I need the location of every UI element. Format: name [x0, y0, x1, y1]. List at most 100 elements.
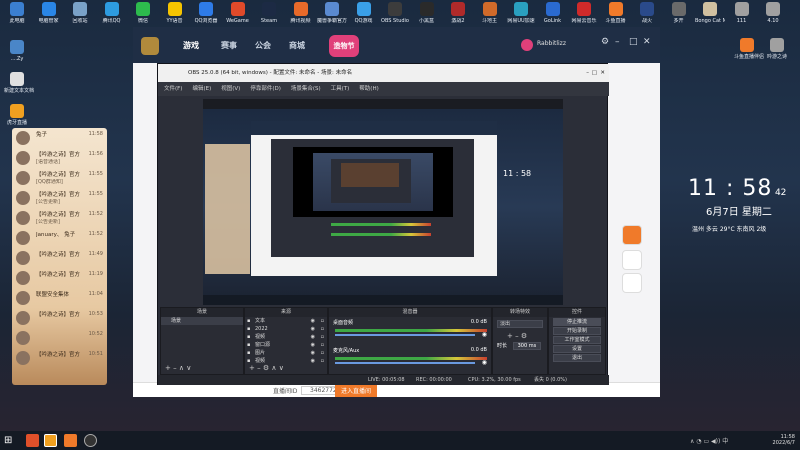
menu-item[interactable]: 文件(F)	[164, 86, 182, 92]
stop-streaming-button[interactable]: 停止推流	[553, 318, 601, 326]
desktop-icon[interactable]: 微信	[128, 2, 158, 30]
lock-icon[interactable]: ▫	[321, 317, 324, 325]
source-item[interactable]: ▪ 文本 ◉ ▫	[245, 317, 327, 325]
desktop-icon[interactable]: QQ浏览器	[191, 2, 221, 30]
maximize-icon[interactable]: □	[629, 37, 638, 47]
list-item[interactable]: 10:52	[12, 328, 107, 348]
remove-icon[interactable]: –	[257, 364, 261, 372]
desktop-icon[interactable]: 4.10	[758, 2, 788, 30]
list-item[interactable]: January、 兔子 11:52	[12, 228, 107, 248]
maximize-icon[interactable]: □	[592, 64, 597, 82]
transition-select[interactable]: 淡出	[497, 320, 543, 328]
desktop-icon[interactable]: 111	[727, 2, 757, 30]
desktop-icon[interactable]: 多开	[664, 2, 694, 30]
desktop-icon[interactable]: 回收站	[65, 2, 95, 30]
desktop-icon[interactable]: QQ游戏	[349, 2, 379, 30]
lock-icon[interactable]: ▫	[321, 333, 324, 341]
desktop-icon[interactable]: ....Zy	[4, 40, 30, 62]
obs-preview[interactable]: 11 : 58	[203, 99, 563, 305]
add-icon[interactable]: +	[165, 364, 171, 372]
desktop-icon[interactable]: 电脑管家	[34, 2, 64, 30]
avatar[interactable]	[521, 39, 533, 51]
nav-shop[interactable]: 商城	[289, 40, 305, 51]
source-item[interactable]: ▪ 视频 ◉ ▫	[245, 333, 327, 341]
desktop-icon[interactable]: GoLink	[538, 2, 568, 30]
desktop-icon[interactable]: OBS Studio	[380, 2, 410, 30]
add-icon[interactable]: +	[507, 332, 513, 340]
desktop-icon[interactable]: 腾讯视频	[286, 2, 316, 30]
list-item[interactable]: 【吟游之诗】官方 11:49	[12, 248, 107, 268]
visibility-icon[interactable]: ◉	[311, 317, 315, 325]
lock-icon[interactable]: ▫	[321, 349, 324, 357]
nav-events[interactable]: 赛事	[221, 40, 237, 51]
menu-item[interactable]: 场景集合(S)	[291, 86, 321, 92]
home-icon[interactable]	[622, 250, 642, 270]
desktop-icon[interactable]: 激战2	[443, 2, 473, 30]
volume-slider[interactable]	[335, 334, 475, 336]
down-icon[interactable]: ∨	[279, 364, 284, 372]
remove-icon[interactable]: –	[173, 364, 177, 372]
desktop-icon[interactable]: 斗鱼直播伴侣	[734, 38, 764, 60]
add-icon[interactable]: +	[249, 364, 255, 372]
list-item[interactable]: 【吟游之诗】官方 10:51	[12, 348, 107, 368]
desktop-icon[interactable]: 小黑盒	[412, 2, 442, 30]
close-icon[interactable]: ✕	[600, 64, 605, 82]
desktop-icon[interactable]: 腾讯QQ	[97, 2, 127, 30]
obs-taskbar-icon[interactable]	[84, 434, 97, 447]
desktop-icon[interactable]: 斗地主	[475, 2, 505, 30]
nav-guild[interactable]: 公会	[255, 40, 271, 51]
menu-item[interactable]: 停靠部件(D)	[250, 86, 281, 92]
desktop-icon[interactable]: 新建文本文档	[4, 72, 34, 94]
menu-item[interactable]: 编辑(E)	[192, 86, 211, 92]
list-item[interactable]: 【吟游之诗】官方 [QQ群通知] 11:55	[12, 168, 107, 188]
source-item[interactable]: ▪ 窗口源 ◉ ▫	[245, 341, 327, 349]
windows-start-icon[interactable]: ⊞	[4, 434, 17, 447]
start-recording-button[interactable]: 开始录制	[553, 327, 601, 335]
list-item[interactable]: 【吟游之诗】官方 [公告更新] 11:52	[12, 208, 107, 228]
visibility-icon[interactable]: ◉	[311, 349, 315, 357]
desktop-icon[interactable]: 斗鱼直播	[601, 2, 631, 30]
visibility-icon[interactable]: ◉	[311, 341, 315, 349]
app-taskbar-icon[interactable]	[44, 434, 57, 447]
nav-games[interactable]: 游戏	[183, 40, 199, 51]
desktop-icon[interactable]: 此电脑	[2, 2, 32, 30]
minimize-icon[interactable]: –	[615, 37, 620, 47]
close-icon[interactable]: ✕	[643, 37, 651, 47]
menu-item[interactable]: 工具(T)	[331, 86, 350, 92]
lock-icon[interactable]: ▫	[321, 325, 324, 333]
visibility-icon[interactable]: ◉	[311, 357, 315, 365]
lock-icon[interactable]: ▫	[321, 357, 324, 365]
desktop-icon[interactable]: 战火	[632, 2, 662, 30]
remove-icon[interactable]: –	[515, 332, 519, 340]
play-icon[interactable]	[622, 225, 642, 245]
source-item[interactable]: ▪ 图片 ◉ ▫	[245, 349, 327, 357]
enter-room-button[interactable]: 进入直播间	[335, 384, 378, 397]
desktop-icon[interactable]: 网易云音乐	[569, 2, 599, 30]
studio-mode-button[interactable]: 工作室模式	[553, 336, 601, 344]
desktop-icon[interactable]: Steam	[254, 2, 284, 30]
visibility-icon[interactable]: ◉	[311, 333, 315, 341]
scene-item[interactable]: 场景	[161, 317, 243, 325]
list-item[interactable]: 联盟安全集体 11:04	[12, 288, 107, 308]
list-item[interactable]: 【吟游之诗】官方 10:53	[12, 308, 107, 328]
list-item[interactable]: 【吟游之诗】官方 11:19	[12, 268, 107, 288]
desktop-icon[interactable]: YY语音	[160, 2, 190, 30]
speaker-icon[interactable]: ◉	[482, 331, 487, 338]
settings-icon[interactable]: ⚙	[601, 37, 609, 47]
exit-button[interactable]: 退出	[553, 354, 601, 362]
gear-icon[interactable]: ⚙	[263, 364, 269, 372]
minimize-icon[interactable]: –	[586, 64, 589, 82]
list-item[interactable]: 【吟游之诗】官方 [公告更新] 11:55	[12, 188, 107, 208]
up-icon[interactable]: ∧	[179, 364, 184, 372]
down-icon[interactable]: ∨	[186, 364, 191, 372]
volume-slider[interactable]	[335, 362, 475, 364]
desktop-icon[interactable]: 虎牙直播	[4, 104, 30, 126]
tray-clock[interactable]: 11:58 2022/6/7	[765, 434, 795, 446]
event-badge[interactable]: 造物节	[329, 35, 359, 57]
desktop-icon[interactable]: Bongo Cat Mver	[695, 2, 725, 30]
duration-input[interactable]: 300 ms	[512, 342, 542, 350]
lock-icon[interactable]: ▫	[321, 341, 324, 349]
menu-item[interactable]: 帮助(H)	[359, 86, 378, 92]
desktop-icon[interactable]: 吟游之诗	[764, 38, 790, 60]
app-taskbar-icon[interactable]	[26, 434, 39, 447]
